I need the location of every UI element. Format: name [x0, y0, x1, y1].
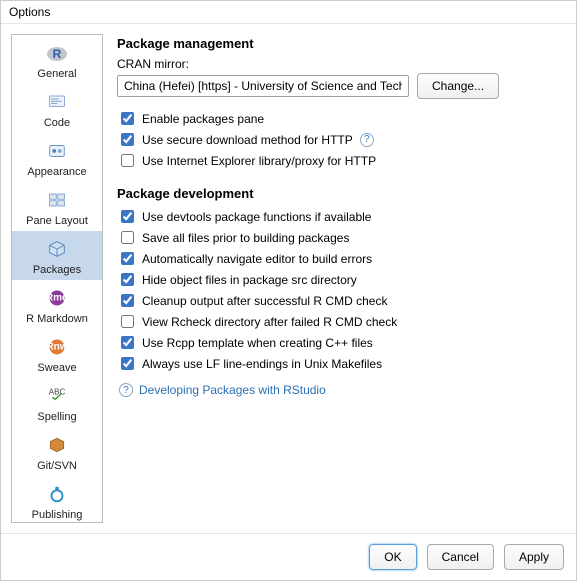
svg-text:Rnw: Rnw: [47, 342, 67, 353]
checkbox-label: Automatically navigate editor to build e…: [142, 252, 372, 266]
sidebar-item-label: Code: [44, 117, 70, 129]
checkbox-input[interactable]: [121, 231, 134, 244]
sidebar-item-label: General: [37, 68, 76, 80]
auto-nav-checkbox[interactable]: Automatically navigate editor to build e…: [117, 249, 566, 268]
sidebar-item-label: Git/SVN: [37, 460, 77, 472]
sweave-icon: Rnw: [45, 335, 69, 359]
settings-panel: Package management CRAN mirror: Change..…: [117, 34, 566, 523]
sidebar-item-label: Packages: [33, 264, 81, 276]
spelling-icon: ABC: [45, 384, 69, 408]
save-all-checkbox[interactable]: Save all files prior to building package…: [117, 228, 566, 247]
git-icon: [45, 433, 69, 457]
layout-icon: [45, 188, 69, 212]
checkbox-label: Cleanup output after successful R CMD ch…: [142, 294, 387, 308]
sidebar-item-appearance[interactable]: Appearance: [12, 133, 102, 182]
checkbox-label: Always use LF line-endings in Unix Makef…: [142, 357, 382, 371]
checkbox-input[interactable]: [121, 273, 134, 286]
sidebar-item-sweave[interactable]: Rnw Sweave: [12, 329, 102, 378]
cleanup-checkbox[interactable]: Cleanup output after successful R CMD ch…: [117, 291, 566, 310]
checkbox-input[interactable]: [121, 252, 134, 265]
sidebar-item-label: Publishing: [32, 509, 83, 521]
svg-text:Rmd: Rmd: [47, 293, 67, 304]
dialog-footer: OK Cancel Apply: [1, 533, 576, 580]
secure-http-checkbox[interactable]: Use secure download method for HTTP ?: [117, 130, 566, 149]
devtools-checkbox[interactable]: Use devtools package functions if availa…: [117, 207, 566, 226]
sidebar-item-git-svn[interactable]: Git/SVN: [12, 427, 102, 476]
enable-packages-pane-checkbox[interactable]: Enable packages pane: [117, 109, 566, 128]
dialog-body: R General Code Appearance Pane Layout Pa…: [1, 24, 576, 533]
palette-icon: [45, 139, 69, 163]
sidebar-item-spelling[interactable]: ABC Spelling: [12, 378, 102, 427]
sidebar-item-rmarkdown[interactable]: Rmd R Markdown: [12, 280, 102, 329]
sidebar-item-pane-layout[interactable]: Pane Layout: [12, 182, 102, 231]
checkbox-input[interactable]: [121, 294, 134, 307]
code-icon: [45, 90, 69, 114]
rcpp-checkbox[interactable]: Use Rcpp template when creating C++ file…: [117, 333, 566, 352]
help-icon[interactable]: ?: [360, 133, 374, 147]
change-mirror-button[interactable]: Change...: [417, 73, 499, 99]
checkbox-label: View Rcheck directory after failed R CMD…: [142, 315, 397, 329]
dialog-title: Options: [1, 1, 576, 24]
r-logo-icon: R: [45, 41, 69, 65]
svg-text:R: R: [53, 47, 62, 61]
sidebar-item-label: Pane Layout: [26, 215, 88, 227]
checkbox-label: Use secure download method for HTTP: [142, 133, 353, 147]
checkbox-input[interactable]: [121, 336, 134, 349]
checkbox-input[interactable]: [121, 133, 134, 146]
checkbox-input[interactable]: [121, 112, 134, 125]
hide-obj-checkbox[interactable]: Hide object files in package src directo…: [117, 270, 566, 289]
checkbox-input[interactable]: [121, 210, 134, 223]
ok-button[interactable]: OK: [369, 544, 416, 570]
checkbox-input[interactable]: [121, 315, 134, 328]
developing-packages-link[interactable]: Developing Packages with RStudio: [139, 383, 326, 397]
apply-button[interactable]: Apply: [504, 544, 564, 570]
sidebar-item-label: Sweave: [37, 362, 76, 374]
lf-endings-checkbox[interactable]: Always use LF line-endings in Unix Makef…: [117, 354, 566, 373]
checkbox-input[interactable]: [121, 154, 134, 167]
sidebar-item-general[interactable]: R General: [12, 35, 102, 84]
rmarkdown-icon: Rmd: [45, 286, 69, 310]
checkbox-label: Enable packages pane: [142, 112, 264, 126]
cran-mirror-input[interactable]: [117, 75, 409, 97]
sidebar-item-publishing[interactable]: Publishing: [12, 476, 102, 523]
cancel-button[interactable]: Cancel: [427, 544, 494, 570]
checkbox-label: Use devtools package functions if availa…: [142, 210, 371, 224]
section-package-management: Package management: [117, 36, 566, 51]
section-package-development: Package development: [117, 186, 566, 201]
publish-icon: [45, 482, 69, 506]
svg-text:ABC: ABC: [49, 388, 66, 397]
sidebar-item-packages[interactable]: Packages: [12, 231, 102, 280]
view-rcheck-checkbox[interactable]: View Rcheck directory after failed R CMD…: [117, 312, 566, 331]
checkbox-label: Hide object files in package src directo…: [142, 273, 357, 287]
sidebar-item-code[interactable]: Code: [12, 84, 102, 133]
package-icon: [45, 237, 69, 261]
sidebar-item-label: Spelling: [37, 411, 76, 423]
checkbox-label: Use Internet Explorer library/proxy for …: [142, 154, 376, 168]
checkbox-input[interactable]: [121, 357, 134, 370]
checkbox-label: Save all files prior to building package…: [142, 231, 349, 245]
help-icon[interactable]: ?: [119, 383, 133, 397]
cran-mirror-label: CRAN mirror:: [117, 57, 566, 71]
ie-proxy-checkbox[interactable]: Use Internet Explorer library/proxy for …: [117, 151, 566, 170]
sidebar-item-label: Appearance: [27, 166, 86, 178]
category-sidebar: R General Code Appearance Pane Layout Pa…: [11, 34, 103, 523]
sidebar-item-label: R Markdown: [26, 313, 88, 325]
options-dialog: Options R General Code Appearance Pane L…: [0, 0, 577, 581]
checkbox-label: Use Rcpp template when creating C++ file…: [142, 336, 373, 350]
